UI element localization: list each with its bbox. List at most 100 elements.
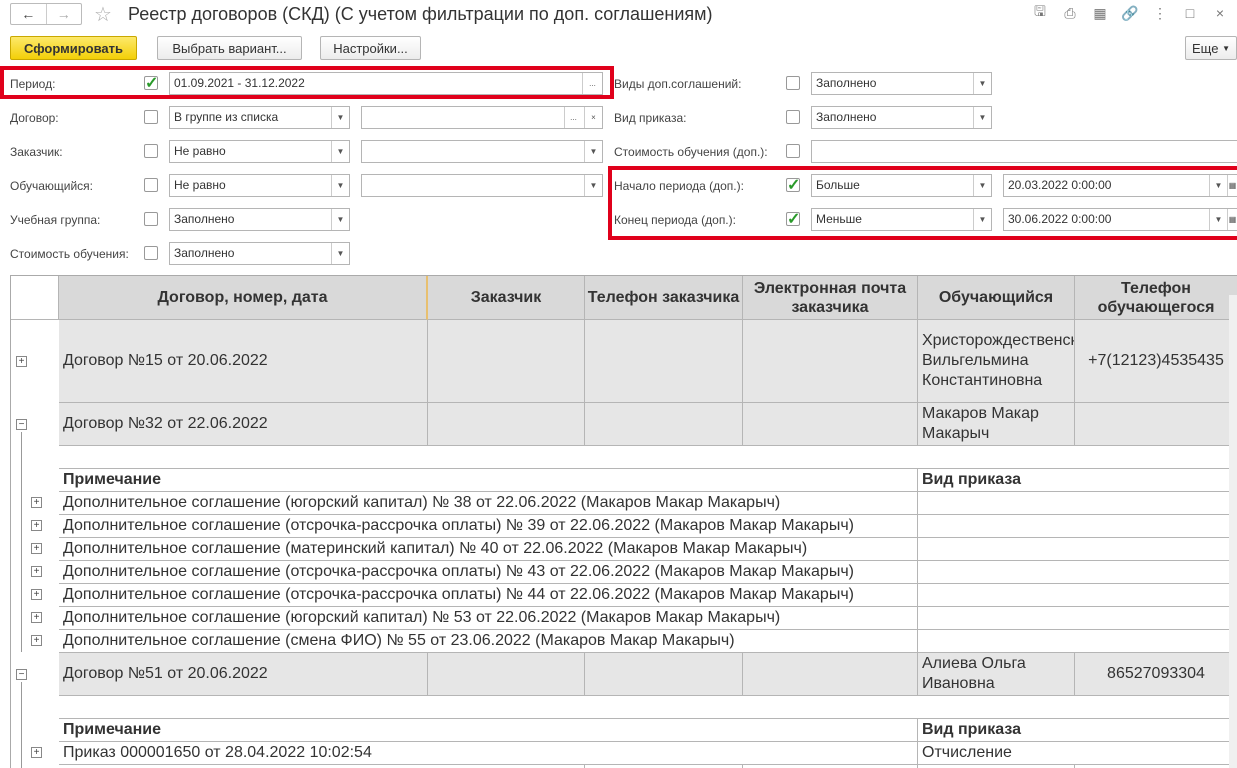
expand-icon[interactable]: +	[31, 520, 42, 531]
student-phone-cell: 86527093304	[1075, 653, 1237, 696]
customer-checkbox[interactable]	[144, 144, 158, 158]
contract-condition-select[interactable]: В группе из списка ▼	[169, 106, 350, 129]
contract-value-field[interactable]: ... ×	[361, 106, 603, 129]
header-contract[interactable]: Договор, номер, дата	[59, 276, 428, 320]
cost-label: Стоимость обучения:	[10, 247, 129, 261]
contract-condition-value: В группе из списка	[174, 110, 279, 124]
customer-cell	[428, 403, 585, 446]
student-value-field[interactable]: ▼	[361, 174, 603, 197]
chevron-down-icon[interactable]: ▼	[973, 107, 991, 128]
group-condition-select[interactable]: Заполнено ▼	[169, 208, 350, 231]
order-row[interactable]: Приказ 000001650 от 28.04.2022 10:02:54	[59, 742, 918, 765]
order-type-cell: Отчисление	[918, 742, 1237, 765]
more-button[interactable]: Еще ▼	[1185, 36, 1237, 60]
customer-email-cell	[743, 403, 918, 446]
header-student[interactable]: Обучающийся	[918, 276, 1075, 320]
favorite-star-icon[interactable]: ☆	[94, 2, 112, 27]
restore-icon[interactable]: □	[1181, 4, 1199, 22]
student-checkbox[interactable]	[144, 178, 158, 192]
contract-row-32[interactable]: Договор №32 от 22.06.2022	[59, 403, 428, 446]
vertical-scrollbar[interactable]	[1229, 295, 1237, 768]
student-label: Обучающийся:	[10, 179, 93, 193]
expand-icon[interactable]: +	[16, 356, 27, 367]
agreement-row[interactable]: Дополнительное соглашение (югорский капи…	[59, 607, 918, 630]
expand-icon[interactable]: +	[31, 635, 42, 646]
nav-buttons: ← →	[10, 3, 82, 25]
clear-icon[interactable]: ×	[584, 107, 602, 128]
chevron-down-icon[interactable]: ▼	[331, 243, 349, 264]
chevron-down-icon[interactable]: ▼	[331, 107, 349, 128]
contract-checkbox[interactable]	[144, 110, 158, 124]
order-type-header: Вид приказа	[918, 469, 1237, 492]
order-type-cell	[918, 538, 1237, 561]
agreement-row[interactable]: Дополнительное соглашение (отсрочка-расс…	[59, 515, 918, 538]
agreement-types-select[interactable]: Заполнено ▼	[811, 72, 992, 95]
expand-icon[interactable]: +	[31, 612, 42, 623]
choose-variant-button[interactable]: Выбрать вариант...	[157, 36, 302, 60]
contract-select-button[interactable]: ...	[564, 107, 582, 128]
order-type-value: Заполнено	[816, 110, 877, 124]
chevron-down-icon[interactable]: ▼	[973, 73, 991, 94]
chevron-down-icon[interactable]: ▼	[331, 209, 349, 230]
cost-condition-value: Заполнено	[174, 246, 235, 260]
order-type-header: Вид приказа	[918, 719, 1237, 742]
student-cell: Христорождественская Вильгельмина Конста…	[918, 320, 1075, 403]
generate-button[interactable]: Сформировать	[10, 36, 137, 60]
chevron-down-icon[interactable]: ▼	[584, 175, 602, 196]
contract-row-15[interactable]: Договор №15 от 20.06.2022	[59, 320, 428, 403]
header-customer-email[interactable]: Электронная почта заказчика	[743, 276, 918, 320]
chevron-down-icon[interactable]: ▼	[331, 175, 349, 196]
cost-checkbox[interactable]	[144, 246, 158, 260]
header-customer-phone[interactable]: Телефон заказчика	[585, 276, 743, 320]
more-label: Еще	[1192, 40, 1219, 56]
agreement-types-checkbox[interactable]	[786, 76, 800, 90]
forward-icon[interactable]: →	[45, 4, 82, 24]
expand-icon[interactable]: +	[31, 497, 42, 508]
order-type-checkbox[interactable]	[786, 110, 800, 124]
cost-add-checkbox[interactable]	[786, 144, 800, 158]
cost-add-label: Стоимость обучения (доп.):	[614, 145, 768, 159]
link-icon[interactable]: 🔗	[1121, 4, 1139, 22]
back-icon[interactable]: ←	[11, 4, 46, 24]
note-header: Примечание	[59, 469, 918, 492]
expand-icon[interactable]: +	[31, 543, 42, 554]
collapse-icon[interactable]: −	[16, 669, 27, 680]
customer-phone-cell	[585, 653, 743, 696]
report-table: Договор, номер, дата Заказчик Телефон за…	[10, 275, 1237, 768]
header-student-phone[interactable]: Телефон обучающегося	[1075, 276, 1237, 320]
expand-icon[interactable]: +	[31, 589, 42, 600]
contract-label: Договор:	[10, 111, 59, 125]
customer-condition-select[interactable]: Не равно ▼	[169, 140, 350, 163]
menu-icon[interactable]: ⋮	[1151, 4, 1169, 22]
agreement-row[interactable]: Дополнительное соглашение (материнский к…	[59, 538, 918, 561]
cost-condition-select[interactable]: Заполнено ▼	[169, 242, 350, 265]
expand-icon[interactable]: +	[31, 747, 42, 758]
agreement-row[interactable]: Дополнительное соглашение (отсрочка-расс…	[59, 561, 918, 584]
settings-button[interactable]: Настройки...	[320, 36, 421, 60]
dates-highlight	[608, 166, 1237, 240]
chevron-down-icon[interactable]: ▼	[331, 141, 349, 162]
student-cell: Алиева Ольга Ивановна	[918, 653, 1075, 696]
contract-row-51[interactable]: Договор №51 от 20.06.2022	[59, 653, 428, 696]
agreement-row[interactable]: Дополнительное соглашение (югорский капи…	[59, 492, 918, 515]
tree-line	[21, 432, 22, 652]
agreement-row[interactable]: Дополнительное соглашение (отсрочка-расс…	[59, 584, 918, 607]
save-icon[interactable]: 🖫	[1031, 3, 1049, 22]
group-checkbox[interactable]	[144, 212, 158, 226]
note-header: Примечание	[59, 719, 918, 742]
cost-add-field[interactable]	[811, 140, 1237, 163]
student-condition-select[interactable]: Не равно ▼	[169, 174, 350, 197]
order-type-cell	[918, 515, 1237, 538]
close-icon[interactable]: ×	[1211, 4, 1229, 22]
spacer-row	[59, 696, 1237, 719]
preview-icon[interactable]: ▦	[1091, 4, 1109, 22]
order-type-select[interactable]: Заполнено ▼	[811, 106, 992, 129]
header-customer[interactable]: Заказчик	[428, 276, 585, 320]
chevron-down-icon[interactable]: ▼	[584, 141, 602, 162]
collapse-icon[interactable]: −	[16, 419, 27, 430]
customer-email-cell	[743, 653, 918, 696]
print-icon[interactable]: ⎙	[1061, 4, 1079, 22]
customer-value-field[interactable]: ▼	[361, 140, 603, 163]
expand-icon[interactable]: +	[31, 566, 42, 577]
agreement-row[interactable]: Дополнительное соглашение (смена ФИО) № …	[59, 630, 918, 653]
